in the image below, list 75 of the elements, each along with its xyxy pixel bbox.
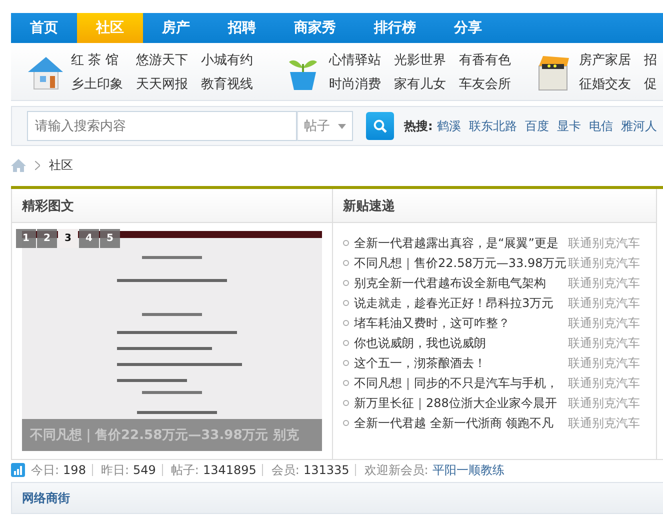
quick-link[interactable]: 红 茶 馆 xyxy=(71,50,136,68)
post-link[interactable]: 全新一代君越 全新一代浙商 领跑不凡 xyxy=(354,414,568,432)
quick-link[interactable]: 有香有色 xyxy=(459,50,524,68)
stat-label: 今日: xyxy=(31,462,60,478)
quick-link[interactable]: 乡土印象 xyxy=(71,74,136,92)
panel-title: 精彩图文 xyxy=(22,198,74,214)
quick-link[interactable]: 车友会所 xyxy=(459,74,524,92)
quick-link[interactable]: 小城有约 xyxy=(201,50,266,68)
bullet-icon xyxy=(343,380,349,386)
post-link[interactable]: 不同凡想｜售价22.58万元—33.98万元 xyxy=(354,254,568,272)
bullet-icon xyxy=(343,360,349,366)
stat-label: 帖子: xyxy=(170,462,199,478)
quick-link[interactable]: 征婚交友 xyxy=(579,74,644,92)
quick-link[interactable]: 光影世界 xyxy=(394,50,459,68)
post-link[interactable]: 新万里长征｜288位浙大企业家今晨开 xyxy=(354,394,568,412)
section-title: 网络商街 xyxy=(22,490,70,506)
breadcrumb-item[interactable]: 社区 xyxy=(49,156,73,174)
stat-value: 198 xyxy=(63,463,86,477)
slide-number[interactable]: 1 xyxy=(16,229,36,248)
nav-tab[interactable]: 房产 xyxy=(143,13,209,43)
stat-value: 549 xyxy=(133,463,156,477)
post-link[interactable]: 你也说威朗，我也说威朗 xyxy=(354,334,568,352)
hot-search-link[interactable]: 联东北路 xyxy=(468,118,517,134)
hot-search-link[interactable]: 显卡 xyxy=(556,118,581,134)
stat-label: 昨日: xyxy=(100,462,129,478)
quick-link[interactable]: 教育视线 xyxy=(201,74,266,92)
search-icon xyxy=(373,119,387,133)
hot-search-link[interactable]: 鹤溪 xyxy=(436,118,461,134)
post-link[interactable]: 这个五一，沏茶酿酒去！ xyxy=(354,354,568,372)
quick-link[interactable]: 招 xyxy=(644,50,663,68)
quick-link[interactable]: 悠游天下 xyxy=(136,50,201,68)
bullet-icon xyxy=(343,300,349,306)
quick-link[interactable]: 时尚消费 xyxy=(329,74,394,92)
nav-tab[interactable]: 商家秀 xyxy=(275,13,355,43)
bullet-icon xyxy=(343,260,349,266)
bullet-icon xyxy=(343,400,349,406)
bullet-icon xyxy=(343,340,349,346)
bullet-icon xyxy=(343,280,349,286)
bullet-icon xyxy=(343,420,349,426)
chevron-icon xyxy=(35,160,40,170)
slide-number[interactable]: 5 xyxy=(100,229,120,248)
hot-search-label: 热搜: xyxy=(404,118,433,134)
bullet-icon xyxy=(343,320,349,326)
post-link[interactable]: 全新一代君越露出真容，是“展翼”更是 xyxy=(354,234,568,252)
member-link[interactable]: 平阳一顺教练 xyxy=(432,462,504,478)
search-scope-dropdown[interactable]: 帖子 xyxy=(297,111,353,141)
nav-tab[interactable]: 排行榜 xyxy=(355,13,435,43)
welcome-label: 欢迎新会员: xyxy=(364,462,428,478)
post-link[interactable]: 不同凡想｜同步的不只是汽车与手机， xyxy=(354,374,568,392)
post-link[interactable]: 别克全新一代君越布设全新电气架构 xyxy=(354,274,568,292)
slide-number[interactable]: 2 xyxy=(37,229,57,248)
bar-chart-icon xyxy=(11,463,25,477)
stat-value: 1341895 xyxy=(202,463,256,477)
nav-tab[interactable]: 首页 xyxy=(11,13,77,43)
quick-link[interactable]: 促 xyxy=(644,74,663,92)
hot-search-link[interactable]: 电信 xyxy=(588,118,613,134)
quick-link[interactable]: 心情驿站 xyxy=(329,50,394,68)
caret-icon xyxy=(338,124,346,128)
stat-value: 131335 xyxy=(303,463,350,477)
nav-tab[interactable]: 招聘 xyxy=(209,13,275,43)
hot-search-link[interactable]: 雅河人 xyxy=(620,118,657,134)
slide-number[interactable]: 3 xyxy=(58,229,78,248)
bullet-icon xyxy=(343,240,349,246)
nav-tab[interactable]: 分享 xyxy=(435,13,501,43)
hot-search-link[interactable]: 百度 xyxy=(524,118,549,134)
quick-link[interactable]: 家有儿女 xyxy=(394,74,459,92)
quick-link[interactable]: 房产家居 xyxy=(579,50,644,68)
search-field[interactable]: 请输入搜索内容 xyxy=(27,111,297,141)
quick-link[interactable]: 天天网报 xyxy=(136,74,201,92)
search-button[interactable] xyxy=(366,112,394,140)
panel-title: 新贴速递 xyxy=(343,198,395,214)
slide-number[interactable]: 4 xyxy=(79,229,99,248)
post-link[interactable]: 堵车耗油又费时，这可咋整？ xyxy=(354,314,568,332)
stat-label: 会员: xyxy=(271,462,300,478)
post-link[interactable]: 说走就走，趁春光正好！昂科拉3万元 xyxy=(354,294,568,312)
